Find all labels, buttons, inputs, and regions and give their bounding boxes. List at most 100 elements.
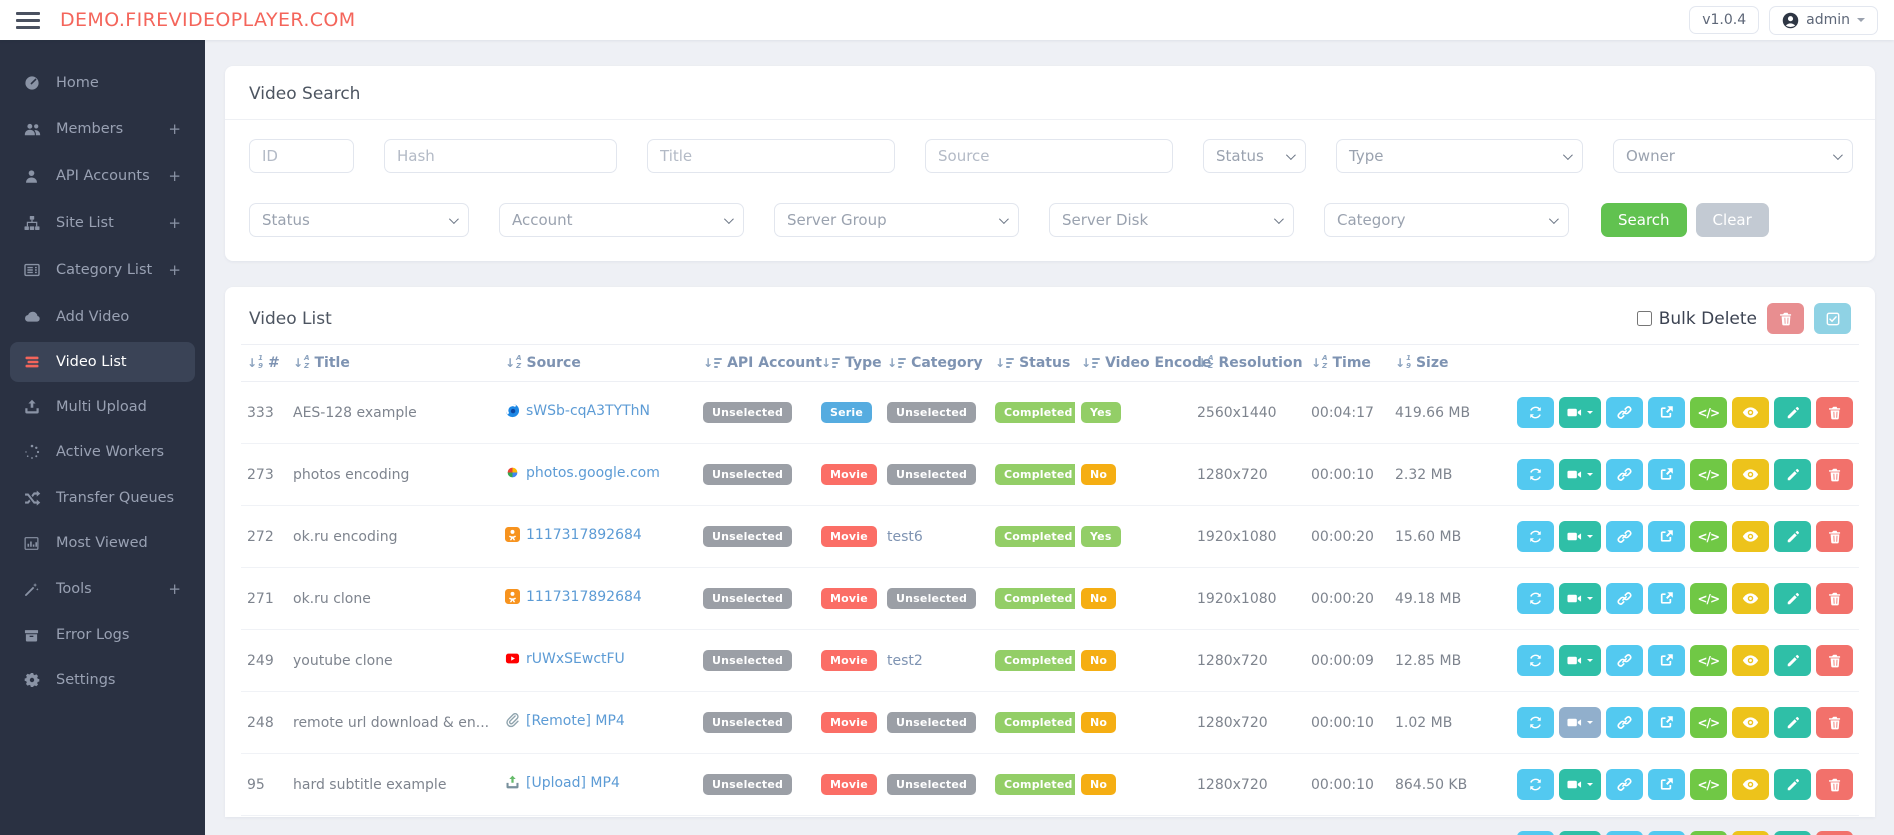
edit-button[interactable] (1774, 831, 1811, 835)
embed-code-button[interactable]: </> (1690, 645, 1728, 676)
sidebar-item-site-list[interactable]: Site List+ (10, 202, 195, 244)
sidebar-item-most-viewed[interactable]: Most Viewed (10, 523, 195, 563)
user-menu[interactable]: admin (1769, 6, 1878, 35)
copy-link-button[interactable] (1606, 707, 1643, 738)
edit-button[interactable] (1774, 397, 1811, 428)
search-select-category[interactable]: Category (1324, 203, 1569, 237)
copy-link-button[interactable] (1606, 397, 1643, 428)
delete-button[interactable] (1816, 459, 1853, 490)
open-external-button[interactable] (1648, 583, 1685, 614)
open-external-button[interactable] (1648, 645, 1685, 676)
delete-button[interactable] (1816, 397, 1853, 428)
video-menu-button[interactable] (1559, 645, 1601, 676)
reencode-button[interactable] (1517, 583, 1554, 614)
source-link[interactable]: rUWxSEwctFU (505, 651, 625, 667)
delete-button[interactable] (1816, 583, 1853, 614)
bulk-delete-button[interactable] (1767, 303, 1804, 334)
preview-button[interactable] (1732, 831, 1769, 835)
preview-button[interactable] (1732, 769, 1769, 800)
copy-link-button[interactable] (1606, 583, 1643, 614)
source-link[interactable]: [Remote] MP4 (505, 713, 625, 729)
open-external-button[interactable] (1648, 521, 1685, 552)
sidebar-item-tools[interactable]: Tools+ (10, 568, 195, 610)
embed-code-button[interactable]: </> (1690, 521, 1728, 552)
copy-link-button[interactable] (1606, 459, 1643, 490)
embed-code-button[interactable]: </> (1690, 769, 1728, 800)
search-select-type[interactable]: Type (1336, 139, 1583, 173)
sidebar-item-settings[interactable]: Settings (10, 660, 195, 700)
search-input-hash[interactable] (384, 139, 617, 173)
source-link[interactable]: [Upload] MP4 (505, 775, 620, 791)
reencode-button[interactable] (1517, 521, 1554, 552)
reencode-button[interactable] (1517, 707, 1554, 738)
edit-button[interactable] (1774, 521, 1811, 552)
embed-code-button[interactable]: </> (1690, 459, 1728, 490)
search-input-source[interactable] (925, 139, 1173, 173)
column-header-status[interactable]: ↓Status (989, 345, 1075, 382)
search-select-account[interactable]: Account (499, 203, 744, 237)
sidebar-item-api-accounts[interactable]: API Accounts+ (10, 155, 195, 197)
preview-button[interactable] (1732, 707, 1769, 738)
open-external-button[interactable] (1648, 707, 1685, 738)
embed-code-button[interactable]: </> (1690, 831, 1728, 835)
edit-button[interactable] (1774, 769, 1811, 800)
sidebar-item-transfer-queues[interactable]: Transfer Queues (10, 477, 195, 518)
open-external-button[interactable] (1648, 397, 1685, 428)
column-header-api-account[interactable]: ↓API Account (697, 345, 815, 382)
embed-code-button[interactable]: </> (1690, 707, 1728, 738)
preview-button[interactable] (1732, 583, 1769, 614)
column-header-source[interactable]: ↓AZSource (499, 345, 697, 382)
delete-button[interactable] (1816, 831, 1853, 835)
copy-link-button[interactable] (1606, 645, 1643, 676)
search-select-server-disk[interactable]: Server Disk (1049, 203, 1294, 237)
video-menu-button[interactable] (1559, 707, 1601, 738)
embed-code-button[interactable]: </> (1690, 583, 1728, 614)
edit-button[interactable] (1774, 583, 1811, 614)
preview-button[interactable] (1732, 645, 1769, 676)
menu-toggle-icon[interactable] (16, 12, 40, 29)
delete-button[interactable] (1816, 769, 1853, 800)
sidebar-item-video-list[interactable]: Video List (10, 342, 195, 382)
video-menu-button[interactable] (1559, 521, 1601, 552)
search-select-status[interactable]: Status (249, 203, 469, 237)
sidebar-item-category-list[interactable]: Category List+ (10, 249, 195, 291)
embed-code-button[interactable]: </> (1690, 397, 1728, 428)
column-header-video-encode[interactable]: ↓Video Encode (1075, 345, 1191, 382)
bulk-delete-checkbox[interactable] (1637, 311, 1652, 326)
column-header-resolution[interactable]: ↓AZResolution (1191, 345, 1305, 382)
copy-link-button[interactable] (1606, 769, 1643, 800)
sidebar-item-error-logs[interactable]: Error Logs (10, 615, 195, 655)
preview-button[interactable] (1732, 397, 1769, 428)
sidebar-item-add-video[interactable]: Add Video (10, 296, 195, 337)
search-select-status[interactable]: Status (1203, 139, 1306, 173)
edit-button[interactable] (1774, 707, 1811, 738)
source-link[interactable]: photos.google.com (505, 465, 660, 481)
search-button[interactable]: Search (1601, 203, 1687, 237)
reencode-button[interactable] (1517, 459, 1554, 490)
brand-title[interactable]: DEMO.FIREVIDEOPLAYER.COM (60, 9, 356, 31)
search-select-server-group[interactable]: Server Group (774, 203, 1019, 237)
search-input-id[interactable] (249, 139, 354, 173)
video-menu-button[interactable] (1559, 459, 1601, 490)
copy-link-button[interactable] (1606, 521, 1643, 552)
column-header-category[interactable]: ↓Category (881, 345, 989, 382)
sidebar-item-members[interactable]: Members+ (10, 108, 195, 150)
preview-button[interactable] (1732, 521, 1769, 552)
edit-button[interactable] (1774, 459, 1811, 490)
source-link[interactable]: 1117317892684 (505, 589, 642, 605)
reencode-button[interactable] (1517, 645, 1554, 676)
delete-button[interactable] (1816, 645, 1853, 676)
reencode-button[interactable] (1517, 769, 1554, 800)
video-menu-button[interactable] (1559, 769, 1601, 800)
video-menu-button[interactable] (1559, 583, 1601, 614)
column-header-title[interactable]: ↓AZTitle (287, 345, 499, 382)
delete-button[interactable] (1816, 521, 1853, 552)
column-header-time[interactable]: ↓AZTime (1305, 345, 1389, 382)
open-external-button[interactable] (1648, 769, 1685, 800)
source-link[interactable]: sWSb-cqA3TYThN (505, 403, 650, 419)
column-header-item[interactable]: ↓19# (241, 345, 287, 382)
column-header-type[interactable]: ↓Type (815, 345, 881, 382)
source-link[interactable]: 1117317892684 (505, 527, 642, 543)
sidebar-item-home[interactable]: Home (10, 63, 195, 103)
edit-button[interactable] (1774, 645, 1811, 676)
